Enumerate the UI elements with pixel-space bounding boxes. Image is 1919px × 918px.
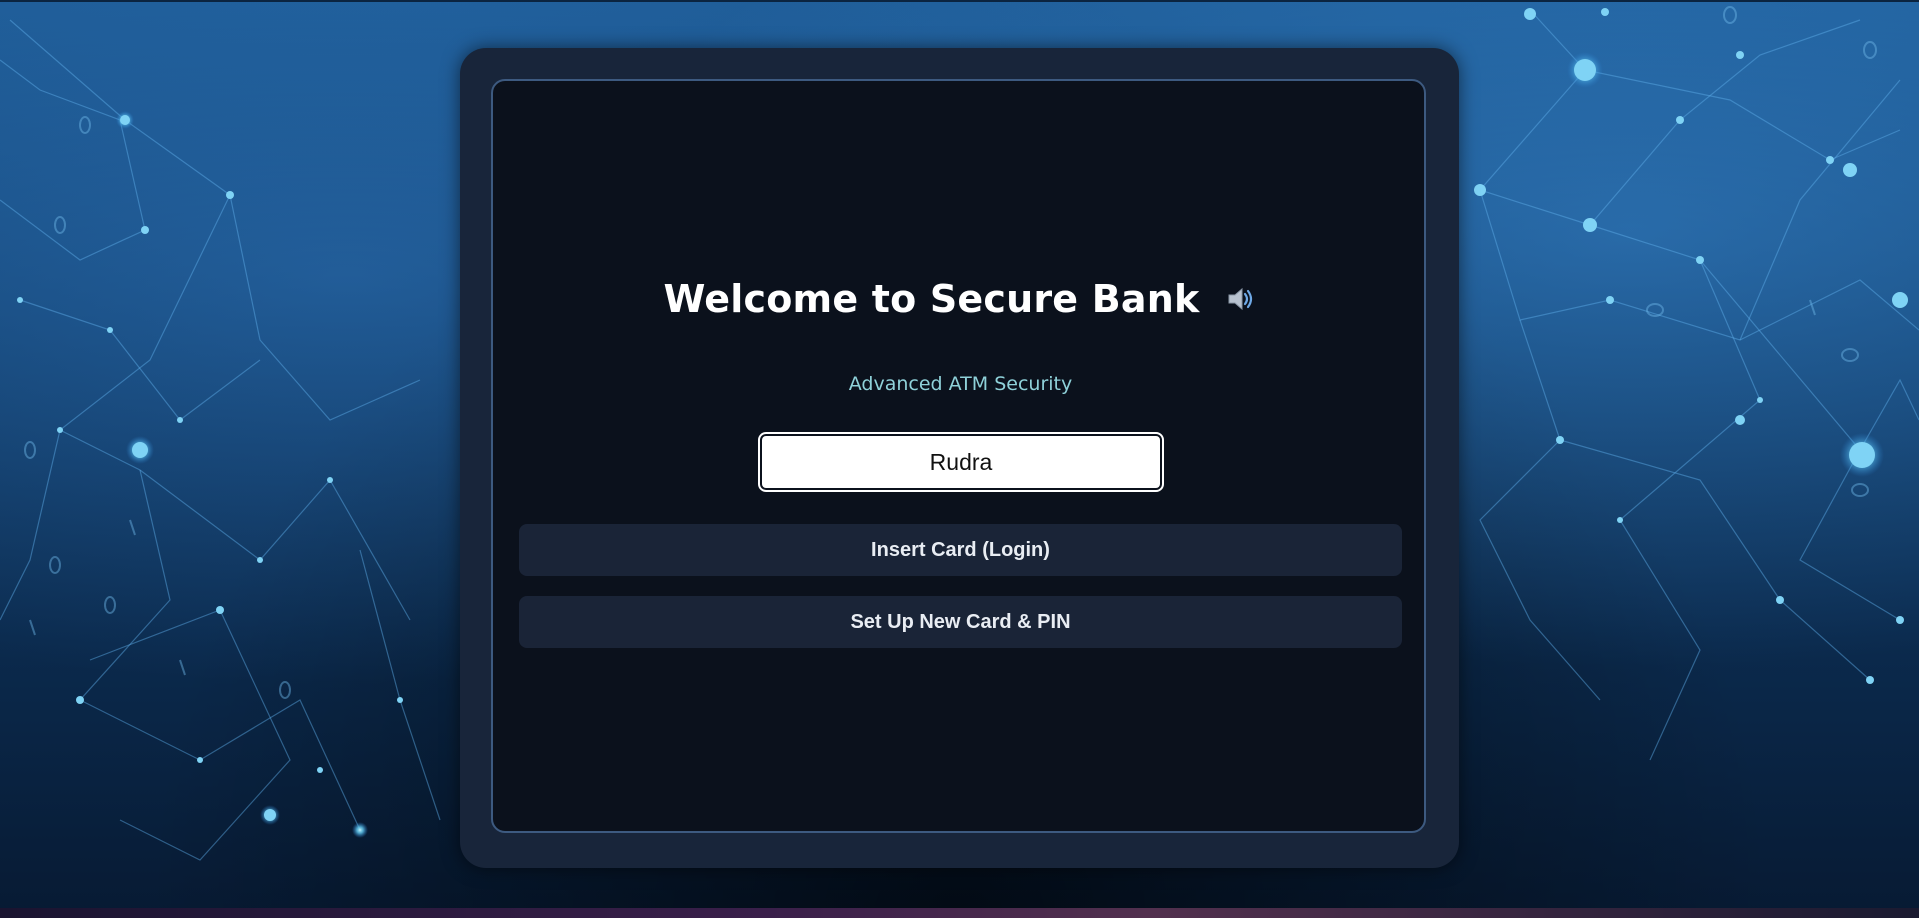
setup-new-card-button[interactable]: Set Up New Card & PIN xyxy=(519,596,1402,648)
atm-screen: Welcome to Secure Bank Advanced ATM Secu… xyxy=(491,79,1426,833)
card-name-input[interactable] xyxy=(758,432,1164,492)
insert-card-login-button[interactable]: Insert Card (Login) xyxy=(519,524,1402,576)
title-row: Welcome to Secure Bank xyxy=(493,277,1428,321)
page-title: Welcome to Secure Bank xyxy=(663,277,1200,321)
speaker-icon[interactable] xyxy=(1225,283,1257,315)
subtitle: Advanced ATM Security xyxy=(848,373,1073,395)
atm-frame: Welcome to Secure Bank Advanced ATM Secu… xyxy=(460,48,1459,868)
bottom-strip xyxy=(0,908,1919,918)
